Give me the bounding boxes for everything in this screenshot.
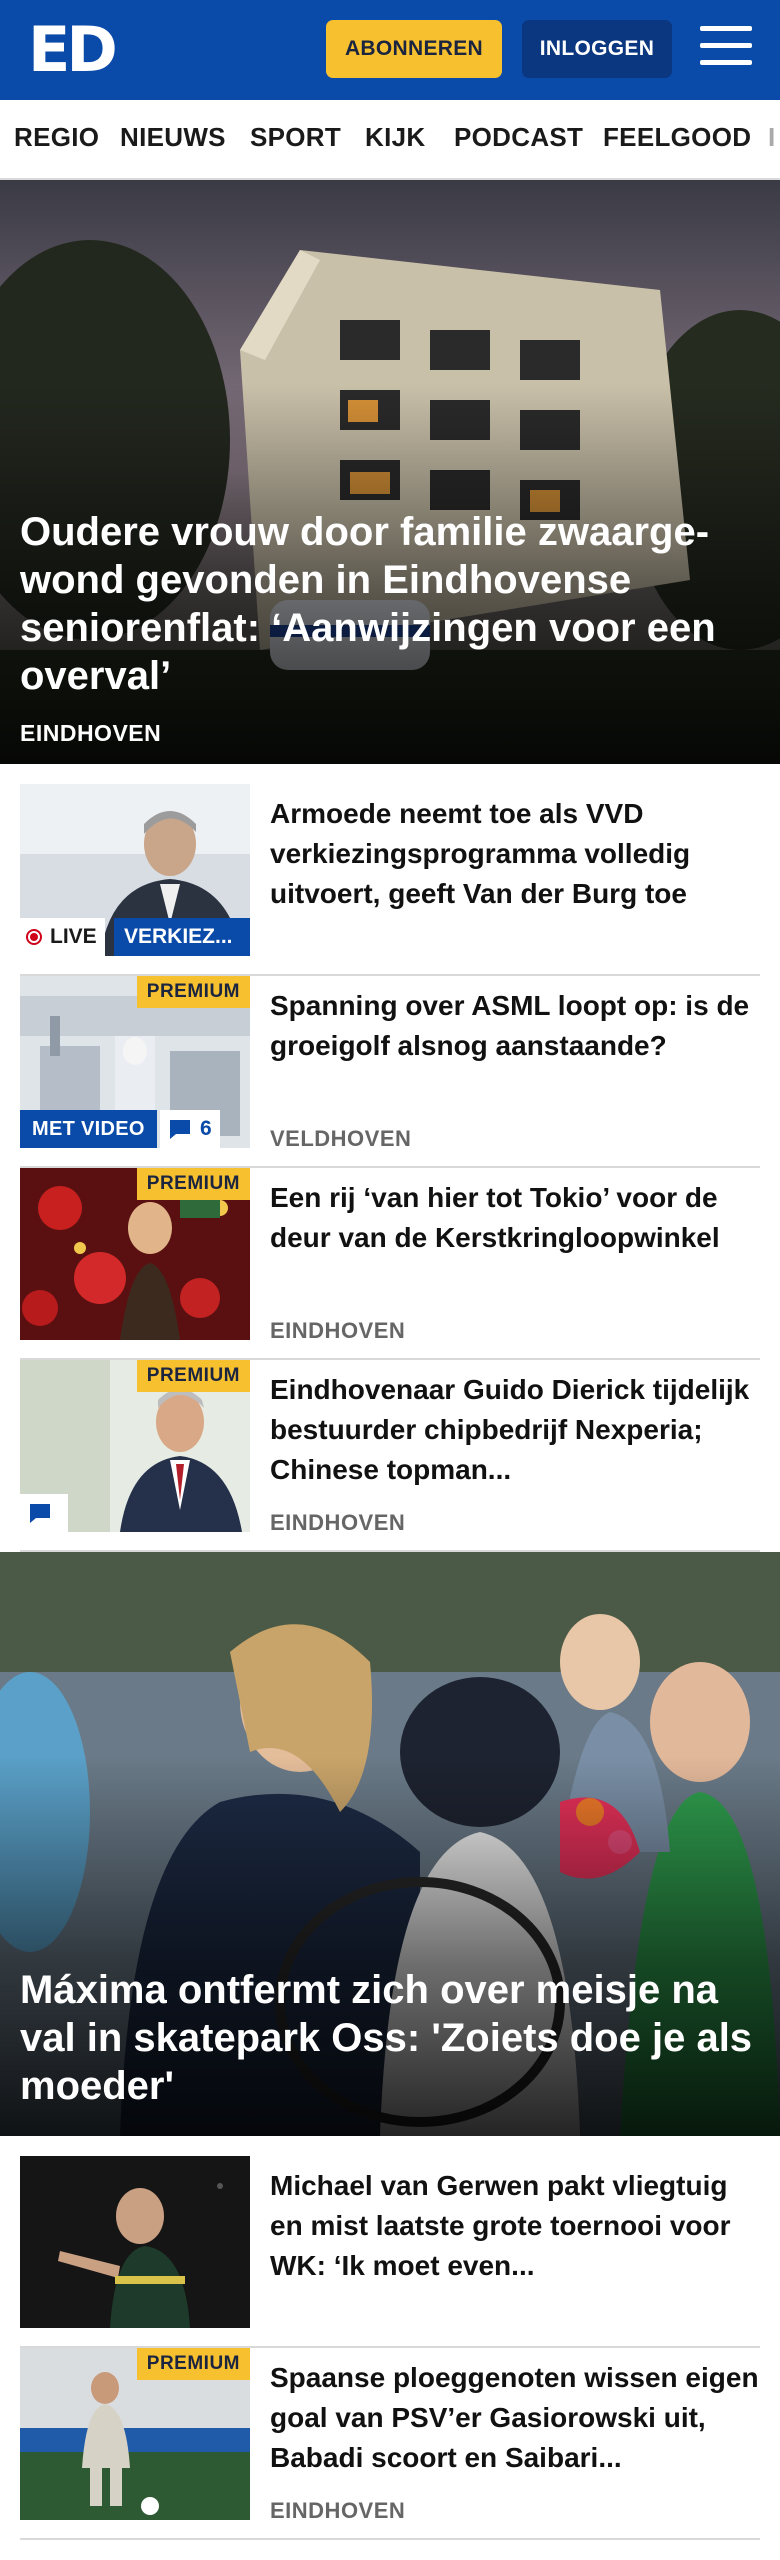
subscribe-button[interactable]: ABONNEREN [326,20,502,78]
hamburger-menu-icon[interactable] [700,26,752,70]
article-location: EINDHOVEN [270,2498,406,2523]
article-thumbnail: PREMIUM MET VIDEO 6 [20,976,250,1148]
hero-headline[interactable]: Oudere vrouw door familie zwaarge­wond g… [20,508,760,700]
article-headline[interactable]: Michael van Gerwen pakt vliegtuig en mis… [270,2166,760,2286]
article-location: EINDHOVEN [270,1510,406,1535]
site-header: ED ABONNEREN INLOGGEN [0,0,780,100]
section-nav: REGIO NIEUWS SPORT KIJK PODCAST FEELGOOD… [0,100,780,180]
article-card[interactable]: PREMIUM Eindhovenaar Guido Dierick tijde… [20,1360,760,1552]
comment-icon [170,1120,190,1139]
article-thumbnail [20,2156,250,2328]
video-badge: MET VIDEO [20,1110,157,1148]
article-thumbnail: PREMIUM [20,2348,250,2520]
article-headline[interactable]: Eindhovenaar Guido Dierick tijdelijk bes… [270,1370,760,1490]
nav-item-regio[interactable]: REGIO [14,122,99,153]
comment-icon [30,1504,50,1523]
login-button[interactable]: INLOGGEN [522,20,672,78]
nav-item-overflow[interactable]: I [768,122,776,153]
live-badge: LIVE [20,918,105,956]
nav-item-nieuws[interactable]: NIEUWS [120,122,226,153]
article-thumbnail: LIVE VERKIEZ... [20,784,250,956]
live-indicator-icon [26,929,42,945]
premium-badge: PREMIUM [136,976,250,1008]
hero-headline[interactable]: Máxima ontfermt zich over meisje na val … [20,1966,760,2110]
article-headline[interactable]: Een rij ‘van hier tot Tokio’ voor de deu… [270,1178,760,1258]
premium-badge: PREMIUM [136,1360,250,1392]
article-card[interactable]: PREMIUM Spaanse ploeggenoten wissen eige… [20,2348,760,2540]
hero-location-tag: EINDHOVEN [20,720,162,746]
article-thumbnail: PREMIUM [20,1360,250,1532]
article-card[interactable]: LIVE VERKIEZ... Armoede neemt toe als VV… [20,784,760,976]
comment-count-badge[interactable]: 6 [160,1110,220,1148]
article-headline[interactable]: Spaanse ploeggenoten wissen eigen goal v… [270,2358,760,2478]
premium-badge: PREMIUM [136,1168,250,1200]
article-location: VELDHOVEN [270,1126,412,1151]
comment-count: 6 [200,1117,212,1140]
ed-logo[interactable]: ED [28,18,118,82]
article-card[interactable]: PREMIUM Een rij ‘van hier tot Tokio’ voo… [20,1168,760,1360]
article-headline[interactable]: Armoede neemt toe als VVD verkiezingspro… [270,794,760,914]
article-thumbnail: PREMIUM [20,1168,250,1340]
nav-item-feelgood[interactable]: FEELGOOD [603,122,751,153]
comment-badge[interactable] [20,1494,68,1532]
live-label: LIVE [50,925,97,948]
nav-item-kijk[interactable]: KIJK [365,122,425,153]
premium-badge: PREMIUM [136,2348,250,2380]
article-card[interactable]: Michael van Gerwen pakt vliegtuig en mis… [20,2156,760,2348]
nav-item-podcast[interactable]: PODCAST [454,122,583,153]
hero-article-maxima[interactable]: Máxima ontfermt zich over meisje na val … [0,1552,780,2136]
hero-article-eindhoven[interactable]: Oudere vrouw door familie zwaarge­wond g… [0,180,780,764]
article-headline[interactable]: Spanning over ASML loopt op: is de groei… [270,986,760,1066]
category-badge[interactable]: VERKIEZ... [114,918,250,956]
article-card[interactable]: PREMIUM MET VIDEO 6 Spanning over ASML l… [20,976,760,1168]
nav-item-sport[interactable]: SPORT [250,122,341,153]
article-location: EINDHOVEN [270,1318,406,1343]
